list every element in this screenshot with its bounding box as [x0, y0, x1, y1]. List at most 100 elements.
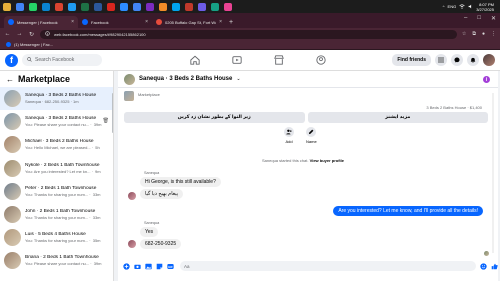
conversation-item[interactable]: John · 2 Beds 1 Bath Townhouse You: Thank…	[0, 203, 113, 226]
chevron-down-icon[interactable]: ⌄	[236, 76, 240, 82]
chat-scrollbar[interactable]	[492, 93, 494, 253]
facebook-search[interactable]: Search Facebook	[22, 54, 102, 66]
back-button[interactable]: ←	[4, 31, 11, 37]
find-friends-button[interactable]: Find friends	[392, 54, 431, 66]
language-indicator[interactable]: ENG	[448, 4, 457, 9]
taskbar-app-excel[interactable]	[79, 1, 91, 12]
extensions-icon[interactable]: ⧉	[472, 31, 476, 37]
chat-avatar[interactable]	[124, 73, 135, 85]
conversation-list-scrollbar[interactable]	[112, 93, 113, 133]
taskbar-app-acrobat[interactable]	[105, 1, 117, 12]
taskbar-app-vscode[interactable]	[66, 1, 78, 12]
conversation-name: Sanequa · 3 Beds 2 Baths House	[25, 93, 97, 99]
conversation-name: Luis · 5 Beds 4 Baths House	[25, 232, 86, 238]
facebook-logo-icon[interactable]: f	[5, 53, 18, 67]
groups-icon[interactable]	[316, 54, 326, 67]
minimize-button[interactable]: –	[464, 15, 467, 22]
conversation-name: Sanequa · 3 Beds 2 Baths House	[25, 116, 97, 122]
forward-button[interactable]: →	[16, 31, 23, 37]
volume-icon[interactable]	[468, 4, 473, 10]
add-action[interactable]: Add	[284, 127, 294, 144]
back-arrow-icon[interactable]: ←	[6, 75, 14, 84]
add-user-icon	[284, 127, 294, 137]
taskbar-app-files[interactable]	[1, 1, 13, 12]
message-bubble-sent[interactable]: Are you interested? Let me know, and I'l…	[333, 206, 483, 216]
search-input[interactable]: Search Facebook	[35, 57, 74, 63]
maximize-button[interactable]: □	[477, 15, 481, 22]
browser-tab[interactable]: Facebook ×	[78, 16, 152, 28]
bookmark-star-icon[interactable]: ☆	[462, 31, 466, 37]
message-bubble[interactable]: پیغام بھیج دیا گیا	[140, 189, 184, 199]
taskbar-app-whatsapp[interactable]	[27, 1, 39, 12]
close-tab-icon[interactable]: ×	[145, 19, 148, 25]
site-info-icon[interactable]	[45, 31, 50, 37]
gif-icon[interactable]: GIF	[167, 263, 174, 270]
sticker-icon[interactable]	[156, 263, 163, 270]
messenger-icon[interactable]	[451, 54, 463, 66]
profile-avatar[interactable]	[483, 54, 495, 66]
conversation-item[interactable]: Sanequa · 3 Beds 2 Baths House Sanequa · …	[0, 87, 113, 111]
new-tab-button[interactable]: +	[229, 16, 233, 28]
message-bubble[interactable]: Yes	[140, 227, 159, 237]
taskbar-app-app-12[interactable]	[144, 1, 156, 12]
excel-app-icon	[81, 2, 89, 11]
name-action[interactable]: Name	[306, 127, 317, 144]
conversation-item[interactable]: Michael · 3 Beds 2 Baths House You: Hello…	[0, 133, 113, 156]
taskbar-app-app-15[interactable]	[183, 1, 195, 12]
taskbar-app-app-17[interactable]	[209, 1, 221, 12]
taskbar-app-app-18[interactable]	[222, 1, 234, 12]
plus-circle-icon[interactable]	[123, 262, 130, 270]
address-bar[interactable]: web.facebook.com/messages/t/982904215586…	[40, 29, 457, 39]
notifications-bell-icon[interactable]	[467, 54, 479, 66]
menu-grid-icon[interactable]	[435, 54, 447, 66]
message-bubble[interactable]: Hi George, is this still available?	[140, 177, 221, 187]
taskbar-app-edge[interactable]	[40, 1, 52, 12]
image-icon[interactable]	[145, 263, 152, 270]
taskbar-app-word[interactable]	[92, 1, 104, 12]
profile-icon[interactable]: ●	[482, 31, 485, 37]
mark-pending-button[interactable]: زیر التوا کے بطور نشان زد کریں	[124, 112, 305, 123]
like-thumb-icon[interactable]	[491, 263, 498, 270]
message-bubble[interactable]: 682-250-9325	[140, 239, 182, 249]
edge-app-icon	[42, 2, 50, 11]
video-icon[interactable]	[232, 55, 242, 67]
close-tab-icon[interactable]: ×	[219, 19, 222, 25]
reload-button[interactable]: ↻	[28, 31, 35, 38]
delete-icon[interactable]: 🗑	[103, 118, 109, 124]
conversation-item[interactable]: Sanequa · 3 Beds 2 Baths House You: Pleas…	[0, 110, 113, 133]
taskbar-app-chrome-2[interactable]	[131, 1, 143, 12]
bookmark-messenger[interactable]: (1) Messenger | Fac...	[14, 42, 53, 47]
chevron-up-icon[interactable]: ^	[443, 4, 445, 9]
home-icon[interactable]	[190, 55, 200, 67]
camera-icon[interactable]	[134, 263, 141, 270]
conversation-item[interactable]: Briana · 2 Beds 1 Bath Townhouse You: Ple…	[0, 249, 113, 272]
taskbar-app-app-14[interactable]	[170, 1, 182, 12]
taskbar-app-app-16[interactable]	[196, 1, 208, 12]
browser-tab[interactable]: Messenger | Facebook ×	[4, 16, 78, 28]
sender-avatar[interactable]	[128, 192, 136, 200]
chat-title[interactable]: Sanequa · 3 Beds 2 Baths House	[139, 76, 232, 82]
view-buyer-profile-link[interactable]: View buyer profile	[310, 158, 344, 163]
marketplace-icon[interactable]	[274, 54, 284, 67]
more-options-button[interactable]: مزید اپشنز	[307, 112, 488, 123]
menu-icon[interactable]: ⋮	[491, 31, 496, 37]
taskbar-app-zoom[interactable]	[118, 1, 130, 12]
browser-tab[interactable]: 0205 Buffalo Gap St, Fort Worth×	[152, 16, 226, 28]
taskbar-app-app-13[interactable]	[157, 1, 169, 12]
listing-thumbnail[interactable]	[124, 91, 134, 101]
conversation-item[interactable]: Peter · 2 Beds 1 Bath Townhouse You: Than…	[0, 180, 113, 203]
message-input[interactable]: Aa	[180, 261, 476, 271]
conversation-item[interactable]: Luis · 5 Beds 4 Baths House You: Thanks f…	[0, 226, 113, 249]
sender-avatar[interactable]	[128, 240, 136, 248]
taskbar-app-chrome[interactable]	[14, 1, 26, 12]
message-composer: GIF Aa	[118, 259, 498, 273]
taskbar-app-mail[interactable]	[53, 1, 65, 12]
wifi-icon[interactable]	[459, 3, 465, 10]
listing-buttons: زیر التوا کے بطور نشان زد کریں مزید اپشن…	[124, 112, 488, 123]
close-tab-icon[interactable]: ×	[71, 19, 74, 25]
clock[interactable]: 8:07 PM 3/27/2025	[476, 2, 494, 12]
info-icon[interactable]: i	[483, 76, 490, 83]
conversation-item[interactable]: Nykole · 2 Beds 1 Bath Townhouse You: Are…	[0, 157, 113, 180]
emoji-icon[interactable]	[480, 262, 487, 270]
close-window-button[interactable]: ✕	[491, 15, 496, 22]
